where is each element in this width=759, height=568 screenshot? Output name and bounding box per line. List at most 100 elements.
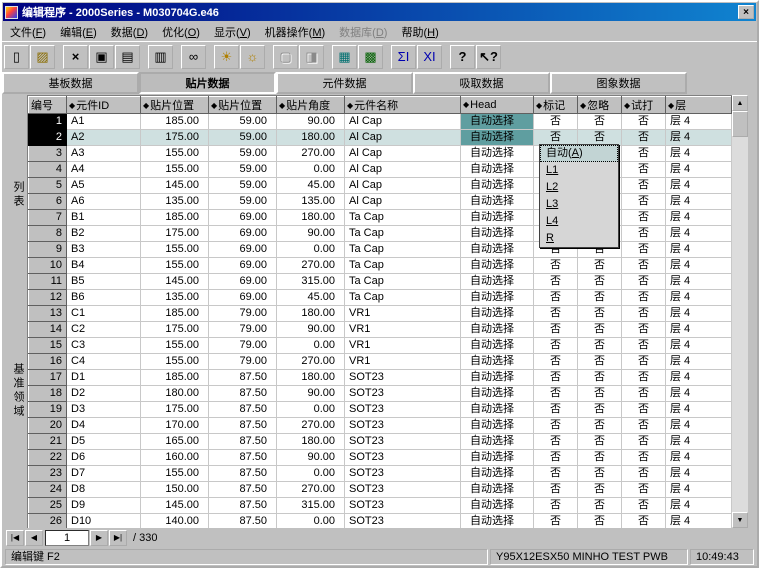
cell-mark[interactable]: 否 (534, 450, 578, 466)
cell-mark[interactable]: 否 (534, 258, 578, 274)
cell-name[interactable]: Al Cap (345, 178, 461, 194)
cell-layer[interactable]: 层 4 (666, 306, 732, 322)
scroll-down-icon[interactable]: ▼ (732, 512, 748, 528)
cell-mark[interactable]: 否 (534, 482, 578, 498)
cell-no[interactable]: 4 (29, 162, 67, 178)
cell-no[interactable]: 12 (29, 290, 67, 306)
cell-trial[interactable]: 否 (622, 306, 666, 322)
cell-ignore[interactable]: 否 (578, 322, 622, 338)
col-header-ignore[interactable]: ◆忽略 (578, 97, 622, 114)
dropdown-item[interactable]: L4 (540, 213, 618, 230)
cell-ignore[interactable]: 否 (578, 434, 622, 450)
cell-name[interactable]: SOT23 (345, 466, 461, 482)
cell-mark[interactable]: 否 (534, 514, 578, 529)
cell-id[interactable]: D3 (67, 402, 141, 418)
cell-trial[interactable]: 否 (622, 226, 666, 242)
cell-head[interactable]: 自动选择 (461, 434, 534, 450)
cell-head[interactable]: 自动选择 (461, 514, 534, 529)
cell-no[interactable]: 7 (29, 210, 67, 226)
cell-id[interactable]: B2 (67, 226, 141, 242)
cell-name[interactable]: Al Cap (345, 114, 461, 130)
cell-no[interactable]: 1 (29, 114, 67, 130)
cell-place-y[interactable]: 87.50 (209, 418, 277, 434)
cell-no[interactable]: 16 (29, 354, 67, 370)
open-icon[interactable]: ▨ (30, 45, 55, 69)
cell-angle[interactable]: 90.00 (277, 226, 345, 242)
tab-board[interactable]: 基板数据 (2, 72, 139, 94)
cell-no[interactable]: 17 (29, 370, 67, 386)
col-header-place-y[interactable]: ◆贴片位置 (209, 97, 277, 114)
cell-place-y[interactable]: 69.00 (209, 210, 277, 226)
cell-head[interactable]: 自动选择 (461, 402, 534, 418)
col-header-no[interactable]: 编号 (29, 97, 67, 114)
cell-angle[interactable]: 45.00 (277, 178, 345, 194)
cell-angle[interactable]: 270.00 (277, 146, 345, 162)
cell-name[interactable]: Ta Cap (345, 242, 461, 258)
cell-head[interactable]: 自动选择 (461, 386, 534, 402)
cell-angle[interactable]: 315.00 (277, 498, 345, 514)
cell-layer[interactable]: 层 4 (666, 210, 732, 226)
cell-name[interactable]: Al Cap (345, 146, 461, 162)
cell-trial[interactable]: 否 (622, 114, 666, 130)
cell-name[interactable]: Al Cap (345, 194, 461, 210)
cell-layer[interactable]: 层 4 (666, 402, 732, 418)
cell-place-y[interactable]: 87.50 (209, 386, 277, 402)
cell-ignore[interactable]: 否 (578, 114, 622, 130)
cell-trial[interactable]: 否 (622, 146, 666, 162)
cell-place-y[interactable]: 87.50 (209, 434, 277, 450)
cell-place-x[interactable]: 155.00 (141, 162, 209, 178)
cell-place-y[interactable]: 79.00 (209, 338, 277, 354)
cell-angle[interactable]: 0.00 (277, 402, 345, 418)
cell-name[interactable]: Ta Cap (345, 274, 461, 290)
cell-id[interactable]: A5 (67, 178, 141, 194)
cell-mark[interactable]: 否 (534, 354, 578, 370)
cell-head[interactable]: 自动选择 (461, 146, 534, 162)
cell-layer[interactable]: 层 4 (666, 418, 732, 434)
cell-name[interactable]: VR1 (345, 306, 461, 322)
cell-place-x[interactable]: 135.00 (141, 194, 209, 210)
cell-place-y[interactable]: 69.00 (209, 274, 277, 290)
side-label-region[interactable]: 基准领域 (10, 363, 26, 419)
cell-ignore[interactable]: 否 (578, 338, 622, 354)
cell-angle[interactable]: 0.00 (277, 242, 345, 258)
cell-id[interactable]: D7 (67, 466, 141, 482)
find-icon[interactable]: ∞ (181, 45, 206, 69)
cell-trial[interactable]: 否 (622, 210, 666, 226)
cell-place-y[interactable]: 87.50 (209, 466, 277, 482)
cell-id[interactable]: D1 (67, 370, 141, 386)
cell-angle[interactable]: 270.00 (277, 258, 345, 274)
cell-head[interactable]: 自动选择 (461, 370, 534, 386)
cell-place-x[interactable]: 175.00 (141, 402, 209, 418)
cell-place-y[interactable]: 69.00 (209, 242, 277, 258)
cell-no[interactable]: 25 (29, 498, 67, 514)
cell-place-x[interactable]: 155.00 (141, 242, 209, 258)
cell-ignore[interactable]: 否 (578, 418, 622, 434)
paste-icon[interactable]: ▤ (115, 45, 140, 69)
menu-item-view[interactable]: 显示(V) (207, 22, 258, 42)
cell-no[interactable]: 24 (29, 482, 67, 498)
cell-place-x[interactable]: 155.00 (141, 466, 209, 482)
cell-id[interactable]: D4 (67, 418, 141, 434)
cell-mark[interactable]: 否 (534, 338, 578, 354)
first-page-button[interactable]: |◀ (6, 530, 24, 546)
close-button[interactable]: × (738, 5, 754, 19)
cell-head[interactable]: 自动选择 (461, 130, 534, 146)
vertical-scrollbar[interactable]: ▲ ▼ (732, 95, 748, 528)
cell-name[interactable]: Ta Cap (345, 226, 461, 242)
cell-id[interactable]: A2 (67, 130, 141, 146)
cell-trial[interactable]: 否 (622, 322, 666, 338)
print-icon[interactable]: ▥ (148, 45, 173, 69)
cell-place-x[interactable]: 185.00 (141, 306, 209, 322)
cell-layer[interactable]: 层 4 (666, 258, 732, 274)
optimize-lamp-icon[interactable]: ☼ (240, 45, 265, 69)
cell-layer[interactable]: 层 4 (666, 162, 732, 178)
cell-head[interactable]: 自动选择 (461, 226, 534, 242)
cell-place-y[interactable]: 59.00 (209, 114, 277, 130)
cell-no[interactable]: 9 (29, 242, 67, 258)
cell-head[interactable]: 自动选择 (461, 290, 534, 306)
cell-no[interactable]: 11 (29, 274, 67, 290)
cell-no[interactable]: 3 (29, 146, 67, 162)
menu-item-machine[interactable]: 机器操作(M) (258, 22, 333, 42)
cell-id[interactable]: D6 (67, 450, 141, 466)
cell-no[interactable]: 26 (29, 514, 67, 529)
